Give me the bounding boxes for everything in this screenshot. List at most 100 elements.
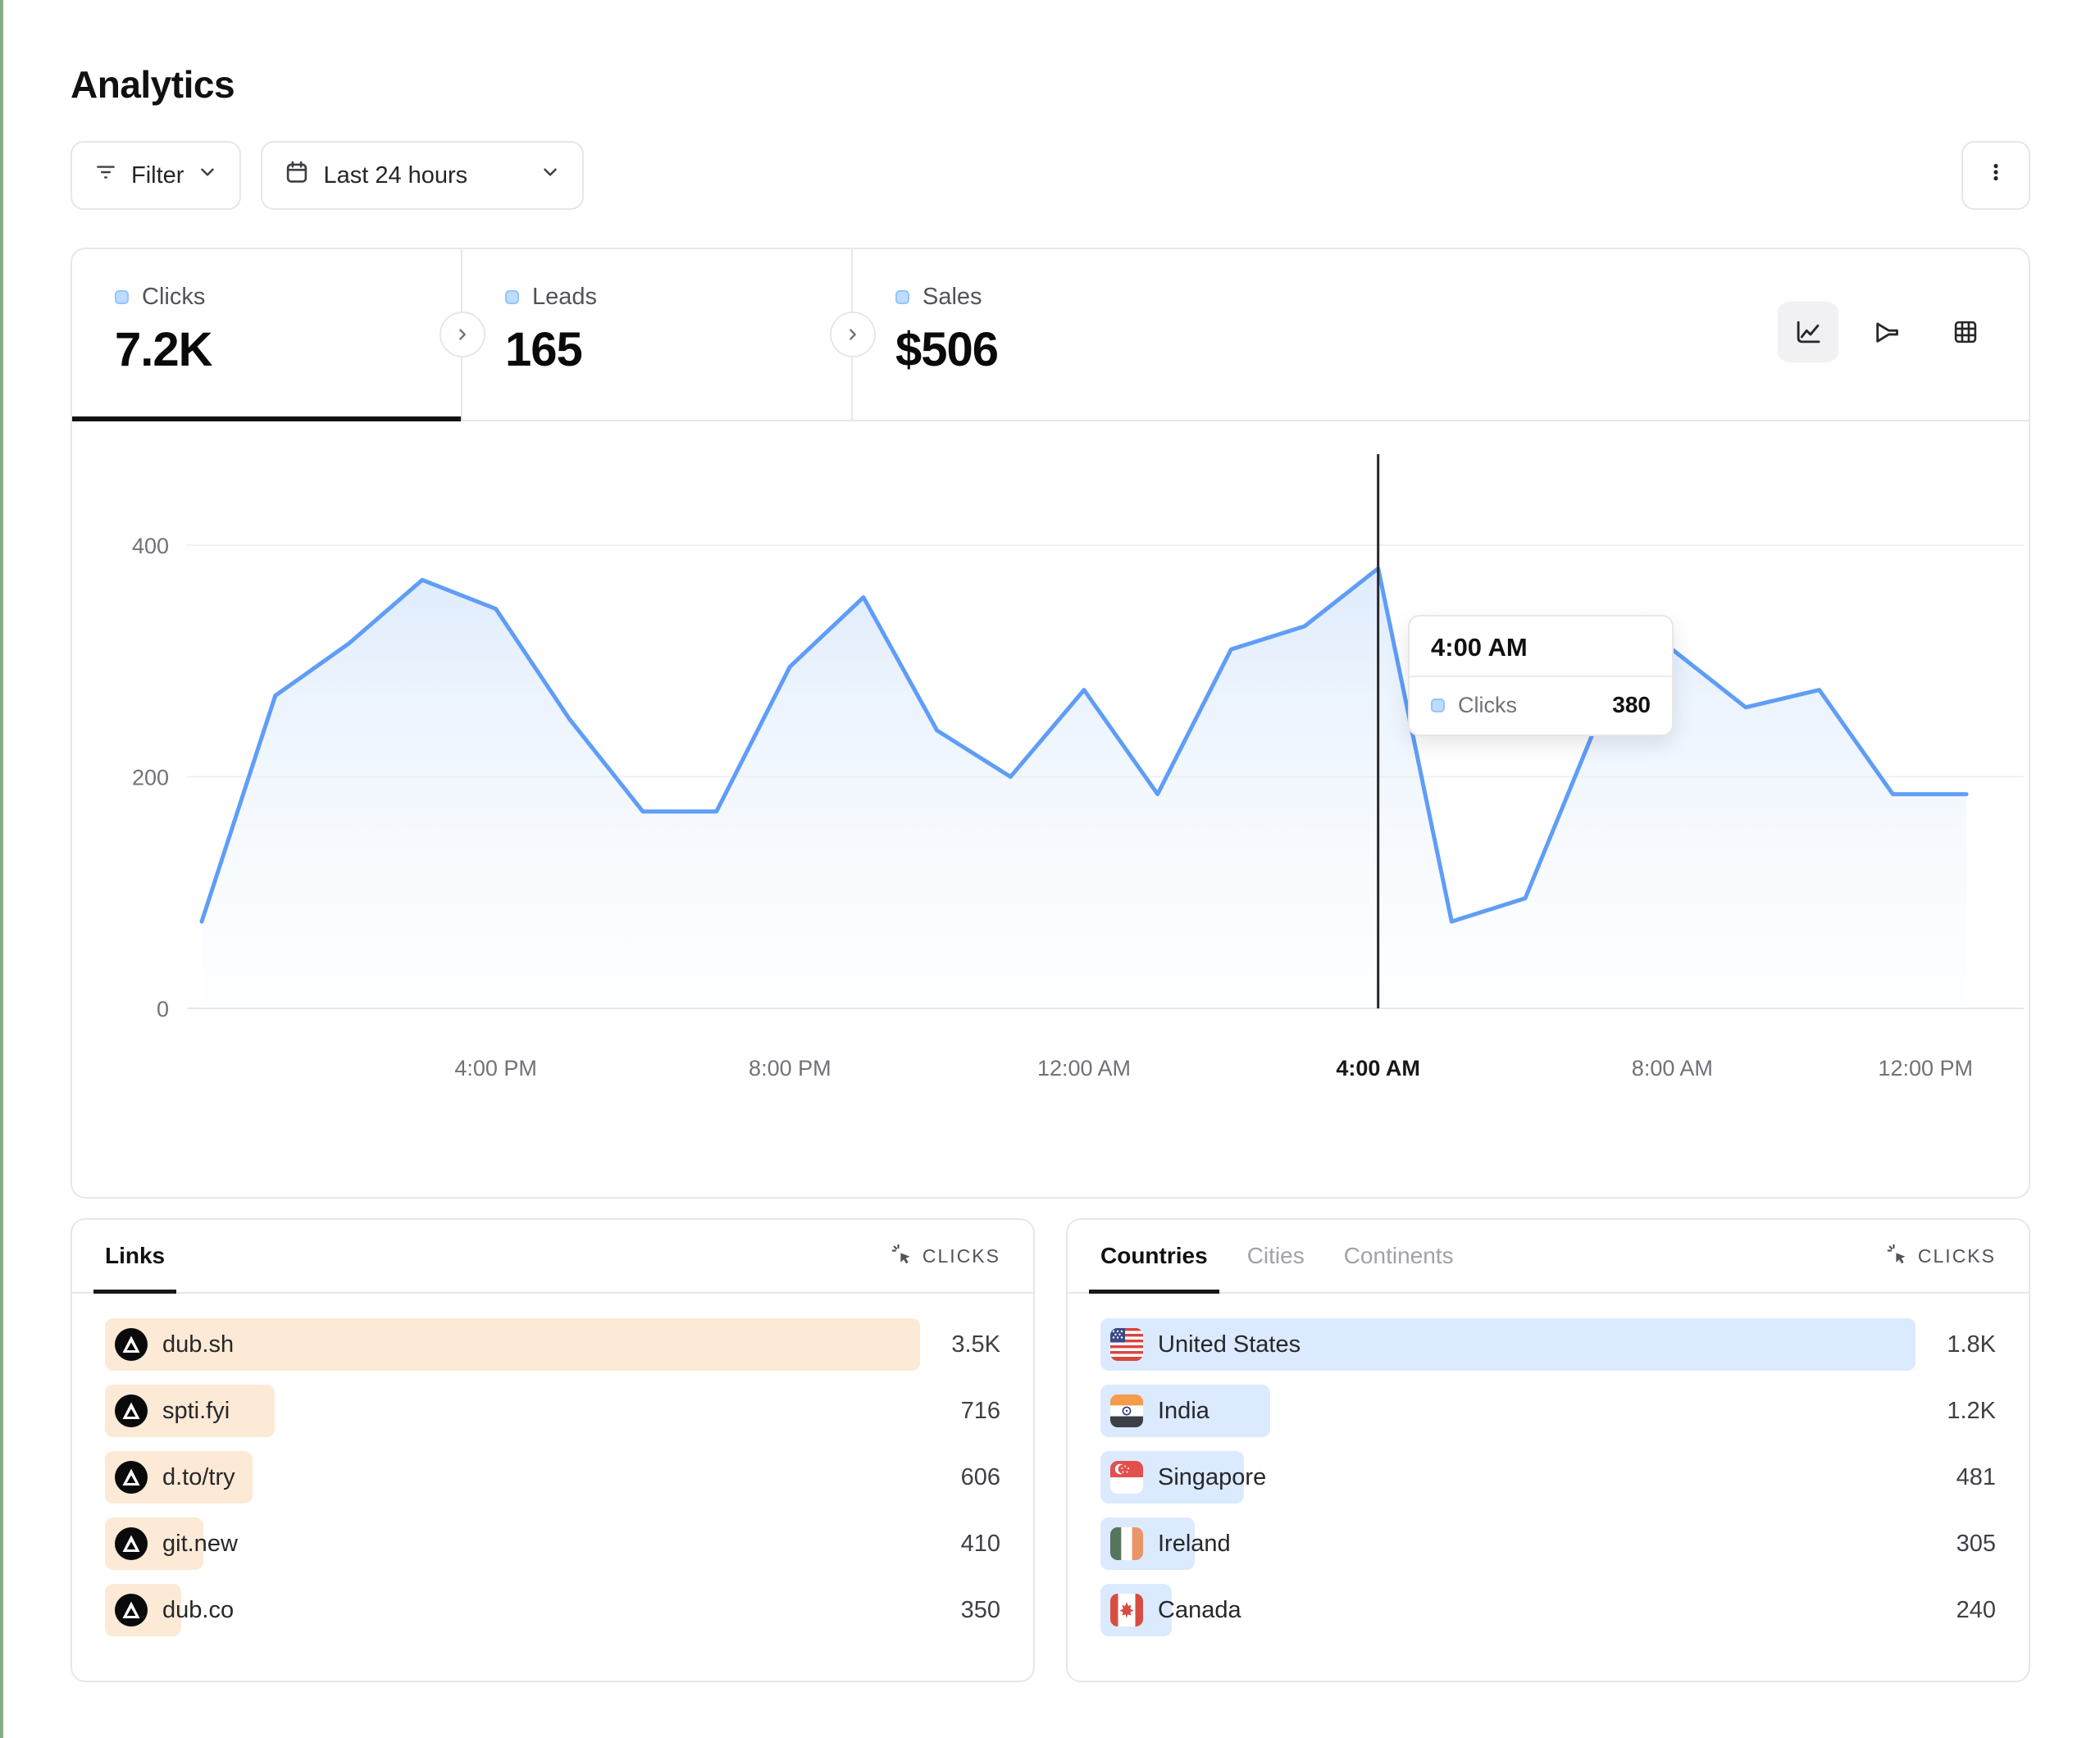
expand-leads-button[interactable] [830, 312, 876, 357]
cursor-click-icon [890, 1242, 913, 1270]
row-clicks-value: 240 [1957, 1597, 1996, 1624]
link-row[interactable]: dub.sh 3.5K [105, 1318, 1000, 1371]
dub-logo-icon [115, 1527, 148, 1560]
flag-us-icon [1110, 1328, 1143, 1361]
analytics-page: Analytics Filter Last 24 hours [0, 0, 2100, 1738]
countries-panel-header: Countries Cities Continents CLICKS [1068, 1220, 2029, 1294]
chart-view-toggles [1778, 302, 1996, 362]
more-options-button[interactable] [1961, 141, 2030, 210]
row-label: dub.sh [162, 1331, 234, 1358]
row-label: dub.co [162, 1597, 234, 1624]
link-row[interactable]: dub.co 350 [105, 1584, 1000, 1636]
row-label: Singapore [1158, 1464, 1266, 1491]
funnel-view-button[interactable] [1856, 302, 1917, 362]
row-clicks-value: 1.8K [1947, 1331, 1996, 1358]
row-label: git.new [162, 1531, 238, 1558]
flag-in-icon [1110, 1394, 1143, 1427]
expand-clicks-button[interactable] [440, 312, 485, 357]
window-edge-divider [0, 0, 3, 1738]
leads-tab-label: Leads [532, 284, 597, 311]
grid-view-button[interactable] [1935, 302, 1996, 362]
y-axis-tick-label: 0 [157, 997, 169, 1021]
line-chart-view-button[interactable] [1778, 302, 1838, 362]
tooltip-time: 4:00 AM [1410, 616, 1672, 676]
country-row[interactable]: Singapore 481 [1100, 1451, 1996, 1504]
tooltip-legend-icon [1431, 698, 1445, 712]
clicks-tab-label: Clicks [142, 284, 205, 311]
link-row[interactable]: git.new 410 [105, 1517, 1000, 1570]
countries-panel: Countries Cities Continents CLICKS United … [1066, 1218, 2030, 1682]
links-metric-header[interactable]: CLICKS [890, 1242, 1000, 1270]
dub-logo-icon [115, 1394, 148, 1427]
row-label: United States [1158, 1331, 1301, 1358]
country-row[interactable]: India 1.2K [1100, 1385, 1996, 1437]
links-panel-header: Links CLICKS [72, 1220, 1033, 1294]
dub-logo-icon [115, 1461, 148, 1494]
row-label: spti.fyi [162, 1398, 230, 1425]
x-axis-tick-label: 8:00 PM [749, 1056, 831, 1081]
kebab-vertical-icon [1984, 160, 2008, 191]
date-range-button[interactable]: Last 24 hours [261, 141, 584, 210]
row-clicks-value: 410 [961, 1531, 1000, 1558]
flag-sg-icon [1110, 1461, 1143, 1494]
chevron-down-icon [197, 162, 218, 189]
countries-metric-header[interactable]: CLICKS [1885, 1242, 1996, 1270]
country-row[interactable]: Canada 240 [1100, 1584, 1996, 1636]
y-axis-tick-label: 400 [132, 534, 169, 558]
flag-ca-icon [1110, 1594, 1143, 1627]
tab-links-links[interactable]: Links [105, 1220, 165, 1292]
stats-tabs-row: Clicks 7.2K Leads 165 Sales [72, 249, 2029, 421]
tab-countries-continents[interactable]: Continents [1344, 1220, 1454, 1292]
country-row[interactable]: United States 1.8K [1100, 1318, 1996, 1371]
filter-button-label: Filter [131, 162, 184, 189]
x-axis-tick-label: 4:00 PM [454, 1056, 537, 1081]
tab-clicks[interactable]: Clicks 7.2K [72, 249, 462, 420]
tooltip-value: 380 [1612, 692, 1651, 718]
row-label: d.to/try [162, 1464, 235, 1491]
filter-icon [93, 160, 118, 191]
countries-metric-label: CLICKS [1918, 1245, 1996, 1267]
x-axis-tick-label: 4:00 AM [1336, 1056, 1420, 1081]
sales-legend-icon [895, 290, 909, 304]
chevron-down-icon [540, 162, 561, 189]
row-clicks-value: 716 [961, 1398, 1000, 1425]
sales-tab-label: Sales [922, 284, 982, 311]
cursor-click-icon [1885, 1242, 1908, 1270]
analytics-card: Clicks 7.2K Leads 165 Sales [71, 248, 2030, 1199]
x-axis-tick-label: 12:00 PM [1878, 1056, 1973, 1081]
tab-leads[interactable]: Leads 165 [462, 249, 853, 420]
row-label: Canada [1158, 1597, 1241, 1624]
row-clicks-value: 481 [1957, 1464, 1996, 1491]
filter-button[interactable]: Filter [71, 141, 241, 210]
row-clicks-value: 1.2K [1947, 1398, 1996, 1425]
clicks-area-chart: 0 200 400 4:00 PM 8:00 PM 12:00 AM 4:00 AM 8:00… [72, 434, 2029, 1140]
clicks-area-fill [202, 568, 1966, 1008]
link-row[interactable]: spti.fyi 716 [105, 1385, 1000, 1437]
link-row[interactable]: d.to/try 606 [105, 1451, 1000, 1504]
links-panel: Links CLICKS dub.sh 3.5K spti.fyi 716 d.to/t… [71, 1218, 1035, 1682]
row-clicks-value: 305 [1957, 1531, 1996, 1558]
y-axis-tick-label: 200 [132, 766, 169, 790]
tab-countries-countries[interactable]: Countries [1100, 1220, 1208, 1292]
leads-legend-icon [505, 290, 519, 304]
row-label: Ireland [1158, 1531, 1231, 1558]
row-clicks-value: 350 [961, 1597, 1000, 1624]
row-label: India [1158, 1398, 1209, 1425]
x-axis-tick-label: 12:00 AM [1037, 1056, 1131, 1081]
chart-canvas[interactable]: 0 200 400 4:00 PM 8:00 PM 12:00 AM 4:00 AM 8:00… [72, 434, 2029, 1140]
row-clicks-value: 606 [961, 1464, 1000, 1491]
date-range-label: Last 24 hours [323, 162, 467, 189]
tooltip-series-label: Clicks [1458, 693, 1517, 718]
tab-countries-cities[interactable]: Cities [1247, 1220, 1305, 1292]
dub-logo-icon [115, 1328, 148, 1361]
x-axis-tick-label: 8:00 AM [1632, 1056, 1713, 1081]
links-metric-label: CLICKS [922, 1245, 1000, 1267]
clicks-value: 7.2K [115, 322, 461, 377]
toolbar: Filter Last 24 hours [71, 141, 2030, 210]
clicks-legend-icon [115, 290, 129, 304]
country-row[interactable]: Ireland 305 [1100, 1517, 1996, 1570]
dub-logo-icon [115, 1594, 148, 1627]
chart-tooltip: 4:00 AM Clicks 380 [1408, 615, 1674, 736]
row-clicks-value: 3.5K [951, 1331, 1000, 1358]
calendar-icon [284, 159, 310, 192]
